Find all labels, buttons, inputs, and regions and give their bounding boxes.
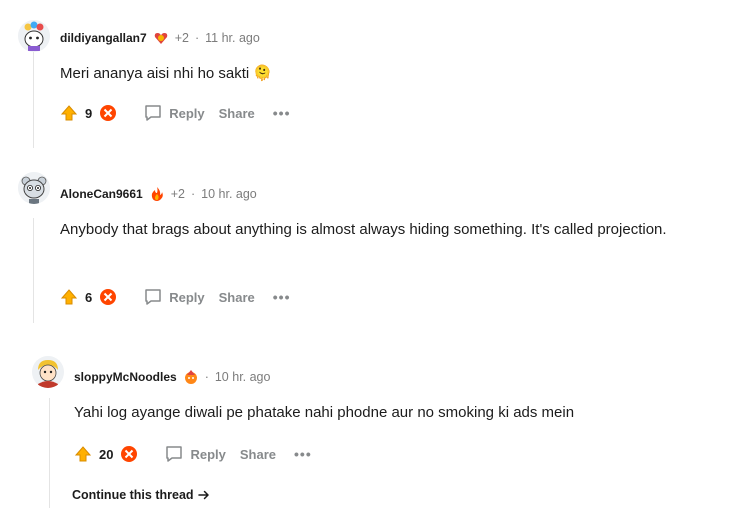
timestamp[interactable]: 10 hr. ago (201, 187, 257, 201)
username[interactable]: dildiyangallan7 (60, 31, 147, 45)
more-options-button[interactable]: ••• (273, 105, 291, 121)
avatar[interactable] (18, 172, 50, 204)
username[interactable]: sloppyMcNoodles (74, 370, 177, 384)
comment-meta: sloppyMcNoodles · 10 hr. ago (74, 369, 270, 385)
comment-body: Anybody that brags about anything is alm… (60, 221, 667, 238)
vote-group: 6 (60, 288, 117, 306)
more-options-button[interactable]: ••• (294, 446, 312, 462)
upvote-icon[interactable] (74, 445, 92, 463)
meta-separator: · (190, 187, 196, 201)
reply-button[interactable]: Reply (143, 287, 205, 307)
comment-bubble-icon (166, 446, 183, 462)
thread-line-1[interactable] (33, 50, 34, 148)
award-count[interactable]: +2 (175, 31, 189, 45)
user-avatar-icon (18, 172, 50, 204)
thread-line-2[interactable] (33, 218, 34, 323)
vote-group: 20 (74, 445, 138, 463)
user-avatar-icon (18, 20, 50, 52)
more-options-button[interactable]: ••• (273, 289, 291, 305)
vote-group: 9 (60, 104, 117, 122)
award-count[interactable]: +2 (171, 187, 185, 201)
downvote-icon[interactable] (99, 104, 117, 122)
reply-button[interactable]: Reply (164, 444, 226, 464)
award-icon[interactable] (153, 30, 169, 46)
comment-meta: AloneCan9661 +2 · 10 hr. ago (60, 186, 257, 202)
vote-count: 6 (85, 289, 93, 305)
reply-label: Reply (169, 105, 205, 121)
timestamp[interactable]: 10 hr. ago (215, 370, 271, 384)
award-icon[interactable] (149, 186, 165, 202)
comment-actions: 6 Reply Share ••• (60, 287, 291, 307)
share-button[interactable]: Share (240, 447, 276, 462)
comment-actions: 20 Reply Share ••• (74, 444, 312, 464)
comment-bubble-icon (145, 105, 161, 121)
comment-bubble-icon (145, 289, 161, 305)
continue-thread-link[interactable]: Continue this thread (72, 488, 210, 502)
user-avatar-icon (32, 356, 64, 388)
downvote-icon[interactable] (120, 445, 138, 463)
timestamp[interactable]: 11 hr. ago (205, 31, 260, 45)
arrow-right-icon (197, 490, 209, 500)
upvote-icon[interactable] (60, 104, 78, 122)
reply-button[interactable]: Reply (143, 103, 205, 123)
avatar[interactable] (32, 356, 64, 388)
reply-label: Reply (190, 446, 226, 462)
vote-count: 9 (85, 105, 93, 121)
meta-separator: · (204, 370, 209, 384)
meta-separator: · (194, 31, 200, 45)
reply-label: Reply (169, 289, 205, 305)
thread-line-3[interactable] (49, 398, 50, 508)
share-button[interactable]: Share (219, 106, 255, 121)
avatar[interactable] (18, 20, 50, 52)
downvote-icon[interactable] (99, 288, 117, 306)
username[interactable]: AloneCan9661 (60, 187, 143, 201)
share-button[interactable]: Share (219, 290, 255, 305)
upvote-icon[interactable] (60, 288, 78, 306)
continue-thread-label: Continue this thread (72, 488, 194, 502)
vote-count: 20 (99, 446, 114, 462)
award-icon[interactable] (183, 369, 199, 385)
comment-meta: dildiyangallan7 +2 · 11 hr. ago (60, 30, 260, 46)
comment-body: Meri ananya aisi nhi ho sakti 🫠 (60, 65, 273, 82)
comment-actions: 9 Reply Share ••• (60, 103, 291, 123)
comment-body: Yahi log ayange diwali pe phatake nahi p… (74, 404, 575, 421)
